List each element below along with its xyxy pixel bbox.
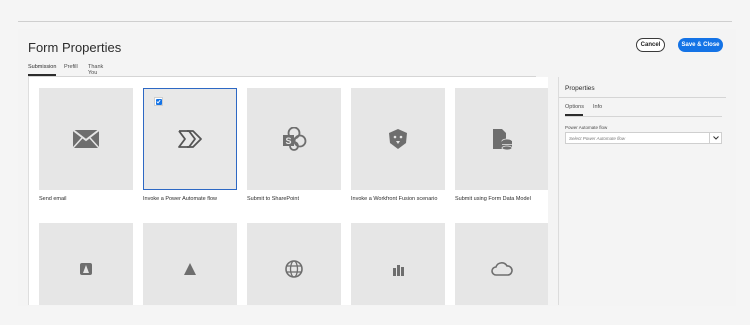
- form-data-model-icon: [487, 124, 517, 154]
- card-label: Submit to SharePoint: [247, 196, 299, 202]
- card-label: Submit using Form Data Model: [455, 196, 531, 202]
- flow-select[interactable]: Select Power Automate flow: [565, 132, 722, 144]
- tab-submission[interactable]: Submission: [28, 64, 56, 70]
- tab-prefill[interactable]: Prefill: [64, 64, 78, 70]
- svg-text:S: S: [285, 136, 291, 146]
- properties-tabs-divider: [565, 116, 722, 117]
- form-properties-dialog: Form Properties Cancel Save & Close Subm…: [18, 29, 736, 306]
- properties-panel: Properties Options Info Power Automate f…: [558, 77, 726, 305]
- rest-endpoint-icon: [71, 254, 101, 284]
- save-close-button[interactable]: Save & Close: [678, 38, 723, 52]
- card-bar-chart[interactable]: [351, 223, 445, 305]
- card-azure-blob[interactable]: [143, 223, 237, 305]
- dialog-header: Form Properties Cancel Save & Close: [28, 38, 726, 58]
- cancel-button[interactable]: Cancel: [636, 38, 665, 52]
- card-globe[interactable]: [247, 223, 341, 305]
- card-power-automate[interactable]: [143, 88, 237, 190]
- selected-checkbox[interactable]: [154, 97, 163, 106]
- sharepoint-icon: S: [279, 124, 309, 154]
- properties-title: Properties: [565, 85, 595, 92]
- globe-icon: [279, 254, 309, 284]
- tab-thank-you[interactable]: Thank You: [88, 64, 103, 76]
- cloud-icon: [487, 254, 517, 284]
- flow-select-placeholder: Select Power Automate flow: [569, 135, 626, 141]
- card-sharepoint[interactable]: S: [247, 88, 341, 190]
- card-label: Send email: [39, 196, 67, 202]
- bar-chart-icon: [383, 254, 413, 284]
- card-label: Invoke a Power Automate flow: [143, 196, 217, 202]
- properties-divider: [559, 97, 726, 98]
- card-cloud[interactable]: [455, 223, 548, 305]
- workfront-fusion-icon: [383, 124, 413, 154]
- card-send-email[interactable]: [39, 88, 133, 190]
- envelope-icon: [71, 124, 101, 154]
- dialog-title: Form Properties: [28, 40, 122, 55]
- azure-blob-icon: [175, 254, 205, 284]
- power-automate-icon: [175, 124, 205, 154]
- card-label: Invoke a Workfront Fusion scenario: [351, 196, 438, 202]
- chevron-down-icon[interactable]: [709, 133, 721, 143]
- card-workfront-fusion[interactable]: [351, 88, 445, 190]
- submission-options-grid: Send email Invoke a Power Automate flow …: [28, 77, 548, 305]
- card-rest-endpoint[interactable]: [39, 223, 133, 305]
- card-form-data-model[interactable]: [455, 88, 548, 190]
- top-divider: [18, 21, 732, 22]
- tab-options[interactable]: Options: [565, 104, 584, 110]
- tab-info[interactable]: Info: [593, 104, 602, 110]
- flow-field-label: Power Automate flow: [565, 125, 608, 130]
